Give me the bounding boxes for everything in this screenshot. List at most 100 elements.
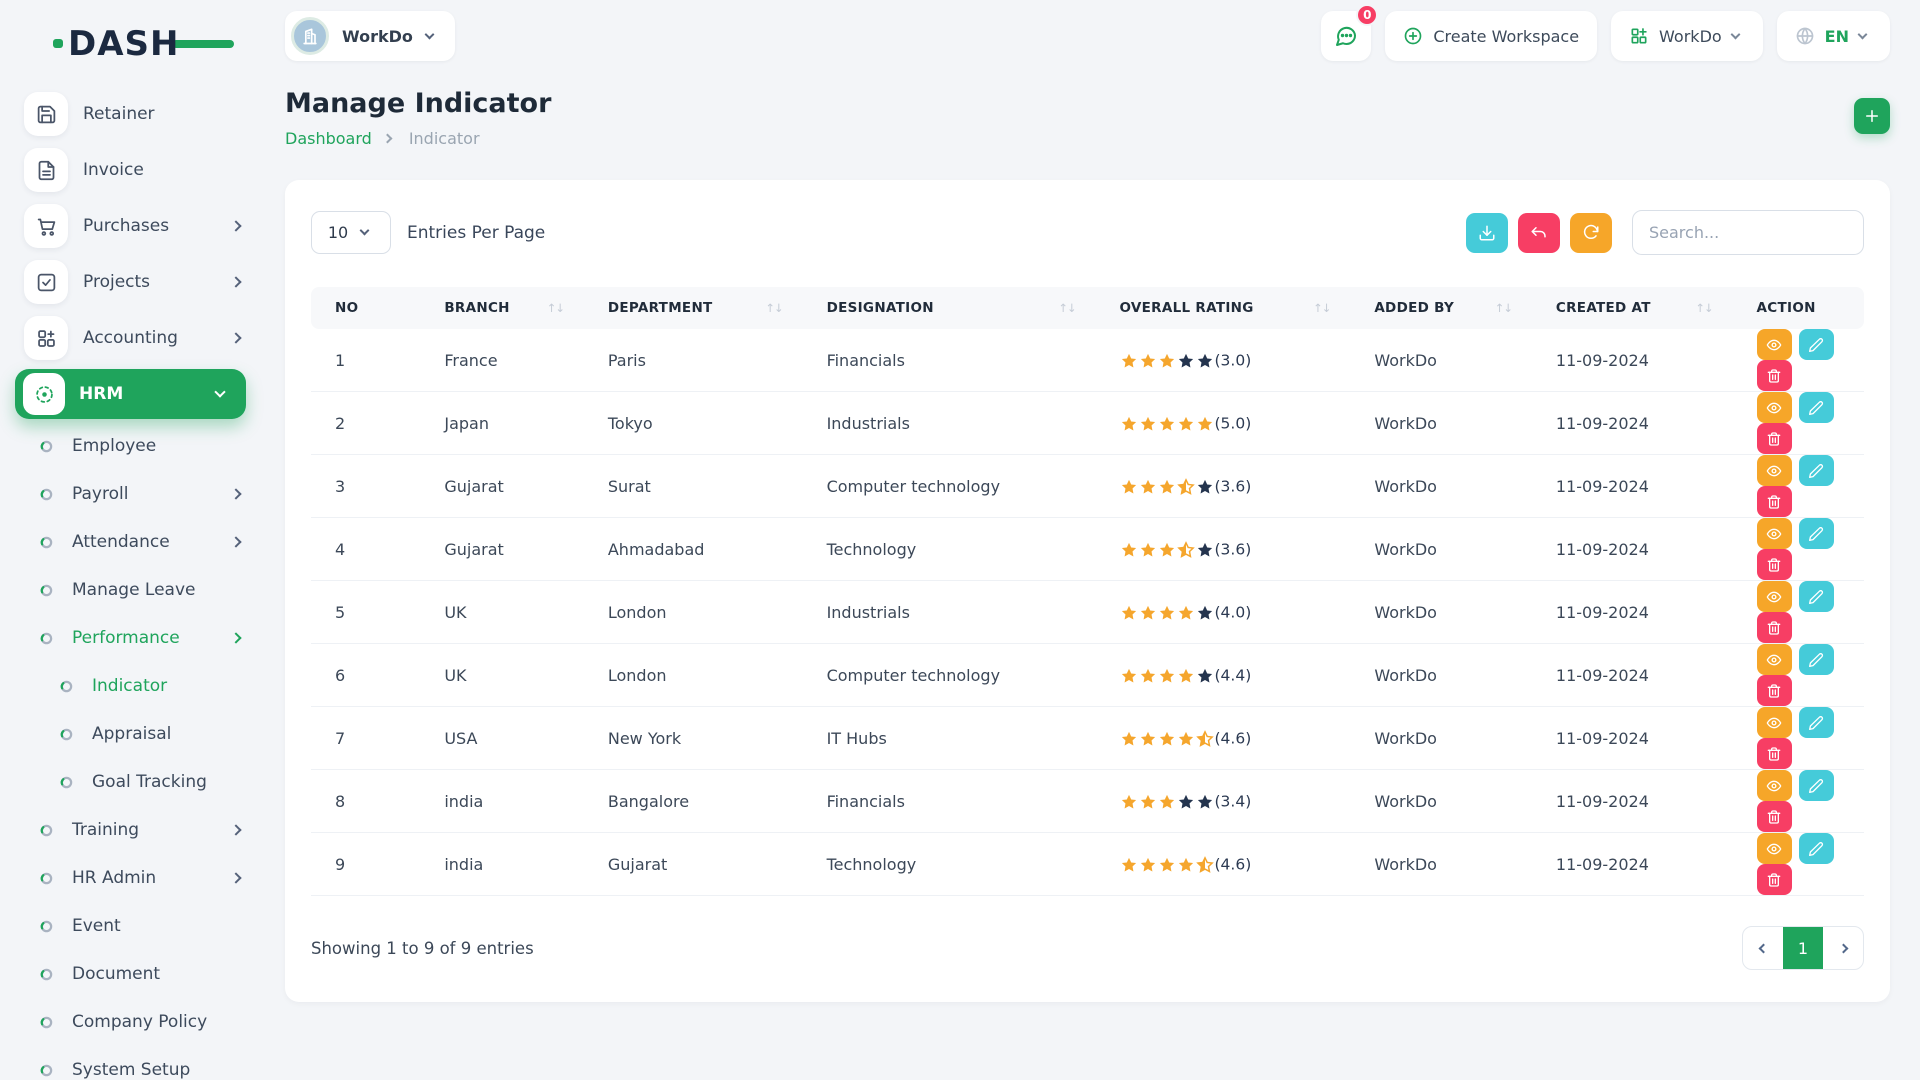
view-button[interactable]	[1757, 707, 1792, 738]
sidebar-item-hr-admin[interactable]: HR Admin	[0, 854, 260, 902]
sort-icon[interactable]: ↑↓	[1695, 301, 1712, 315]
language-button[interactable]: EN	[1777, 11, 1890, 61]
create-indicator-button[interactable]	[1854, 98, 1890, 134]
edit-button[interactable]	[1799, 392, 1834, 423]
sidebar-item-employee[interactable]: Employee	[0, 422, 260, 470]
page-number-button[interactable]: 1	[1783, 927, 1823, 969]
delete-button[interactable]	[1757, 675, 1792, 706]
view-button[interactable]	[1757, 770, 1792, 801]
view-button[interactable]	[1757, 392, 1792, 423]
table-row: 2JapanTokyoIndustrials(5.0)WorkDo11-09-2…	[311, 392, 1864, 455]
cell-added-by: WorkDo	[1350, 392, 1532, 455]
delete-button[interactable]	[1757, 738, 1792, 769]
delete-button[interactable]	[1757, 423, 1792, 454]
workspace-switcher[interactable]: WorkDo	[285, 11, 455, 61]
sidebar-item-appraisal[interactable]: Appraisal	[0, 710, 260, 758]
delete-button[interactable]	[1757, 801, 1792, 832]
sidebar-item-company-policy[interactable]: Company Policy	[0, 998, 260, 1046]
messages-button[interactable]: 0	[1321, 11, 1371, 61]
cell-designation: Industrials	[803, 392, 1096, 455]
cell-overall-rating: (3.6)	[1096, 455, 1351, 518]
sidebar-item-payroll[interactable]: Payroll	[0, 470, 260, 518]
sidebar-item-performance[interactable]: Performance	[0, 614, 260, 662]
column-header-overall-rating[interactable]: OVERALL RATING↑↓	[1096, 287, 1351, 329]
submenu-bullet-icon	[40, 488, 53, 501]
sidebar-item-purchases[interactable]: Purchases	[0, 198, 260, 254]
star-full-icon	[1158, 352, 1176, 370]
edit-button[interactable]	[1799, 329, 1834, 360]
chevron-right-icon	[230, 276, 241, 287]
app-menu-button[interactable]: WorkDo	[1611, 11, 1763, 61]
cell-designation: Technology	[803, 518, 1096, 581]
column-header-designation[interactable]: DESIGNATION↑↓	[803, 287, 1096, 329]
delete-button[interactable]	[1757, 549, 1792, 580]
refresh-button[interactable]	[1570, 213, 1612, 253]
chevron-down-icon	[424, 29, 434, 39]
sidebar-item-accounting[interactable]: Accounting	[0, 310, 260, 366]
sort-icon[interactable]: ↑↓	[1058, 301, 1075, 315]
star-full-icon	[1120, 856, 1138, 874]
column-header-added-by[interactable]: ADDED BY↑↓	[1350, 287, 1532, 329]
column-header-branch[interactable]: BRANCH↑↓	[420, 287, 584, 329]
delete-button[interactable]	[1757, 612, 1792, 643]
sidebar-item-event[interactable]: Event	[0, 902, 260, 950]
sidebar-item-hrm[interactable]: HRM	[15, 369, 246, 419]
cell-department: Ahmadabad	[584, 518, 803, 581]
view-button[interactable]	[1757, 518, 1792, 549]
reset-button[interactable]	[1518, 213, 1560, 253]
view-button[interactable]	[1757, 581, 1792, 612]
sidebar-item-goal-tracking[interactable]: Goal Tracking	[0, 758, 260, 806]
view-button[interactable]	[1757, 329, 1792, 360]
sidebar-item-retainer[interactable]: Retainer	[0, 86, 260, 142]
dash-logo[interactable]: DASH	[68, 24, 198, 64]
sidebar-item-projects[interactable]: Projects	[0, 254, 260, 310]
star-full-icon	[1158, 793, 1176, 811]
sort-icon[interactable]: ↑↓	[1313, 301, 1330, 315]
sidebar-item-label: Event	[72, 916, 246, 936]
delete-button[interactable]	[1757, 486, 1792, 517]
sidebar-item-attendance[interactable]: Attendance	[0, 518, 260, 566]
cell-created-at: 11-09-2024	[1532, 770, 1733, 833]
edit-button[interactable]	[1799, 770, 1834, 801]
sidebar-item-document[interactable]: Document	[0, 950, 260, 998]
table-row: 5UKLondonIndustrials(4.0)WorkDo11-09-202…	[311, 581, 1864, 644]
previous-page-button[interactable]	[1743, 927, 1783, 969]
cell-department: Paris	[584, 329, 803, 392]
entries-per-page-select[interactable]: 10	[311, 211, 391, 254]
chevron-right-icon	[230, 872, 241, 883]
sidebar-item-invoice[interactable]: Invoice	[0, 142, 260, 198]
sidebar-item-manage-leave[interactable]: Manage Leave	[0, 566, 260, 614]
create-workspace-button[interactable]: Create Workspace	[1385, 11, 1597, 61]
sort-icon[interactable]: ↑↓	[1495, 301, 1512, 315]
sidebar-item-label: Performance	[72, 628, 232, 648]
cell-overall-rating: (4.6)	[1096, 833, 1351, 896]
edit-button[interactable]	[1799, 455, 1834, 486]
next-page-button[interactable]	[1823, 927, 1863, 969]
cell-branch: india	[420, 770, 584, 833]
breadcrumb-dashboard-link[interactable]: Dashboard	[285, 129, 372, 148]
sidebar-item-system-setup[interactable]: System Setup	[0, 1046, 260, 1080]
sidebar-item-training[interactable]: Training	[0, 806, 260, 854]
column-header-department[interactable]: DEPARTMENT↑↓	[584, 287, 803, 329]
delete-button[interactable]	[1757, 360, 1792, 391]
column-header-created-at[interactable]: CREATED AT↑↓	[1532, 287, 1733, 329]
export-button[interactable]	[1466, 213, 1508, 253]
search-input[interactable]	[1632, 210, 1864, 255]
edit-button[interactable]	[1799, 581, 1834, 612]
sidebar-item-label: Document	[72, 964, 246, 984]
view-button[interactable]	[1757, 644, 1792, 675]
table-row: 1FranceParisFinancials(3.0)WorkDo11-09-2…	[311, 329, 1864, 392]
check-square-icon	[24, 260, 68, 304]
view-button[interactable]	[1757, 833, 1792, 864]
sort-icon[interactable]: ↑↓	[765, 301, 782, 315]
edit-button[interactable]	[1799, 833, 1834, 864]
create-workspace-label: Create Workspace	[1433, 27, 1579, 46]
delete-button[interactable]	[1757, 864, 1792, 895]
edit-button[interactable]	[1799, 518, 1834, 549]
view-button[interactable]	[1757, 455, 1792, 486]
sort-icon[interactable]: ↑↓	[547, 301, 564, 315]
edit-button[interactable]	[1799, 644, 1834, 675]
edit-button[interactable]	[1799, 707, 1834, 738]
sidebar-item-label: Attendance	[72, 532, 232, 552]
sidebar-item-indicator[interactable]: Indicator	[0, 662, 260, 710]
